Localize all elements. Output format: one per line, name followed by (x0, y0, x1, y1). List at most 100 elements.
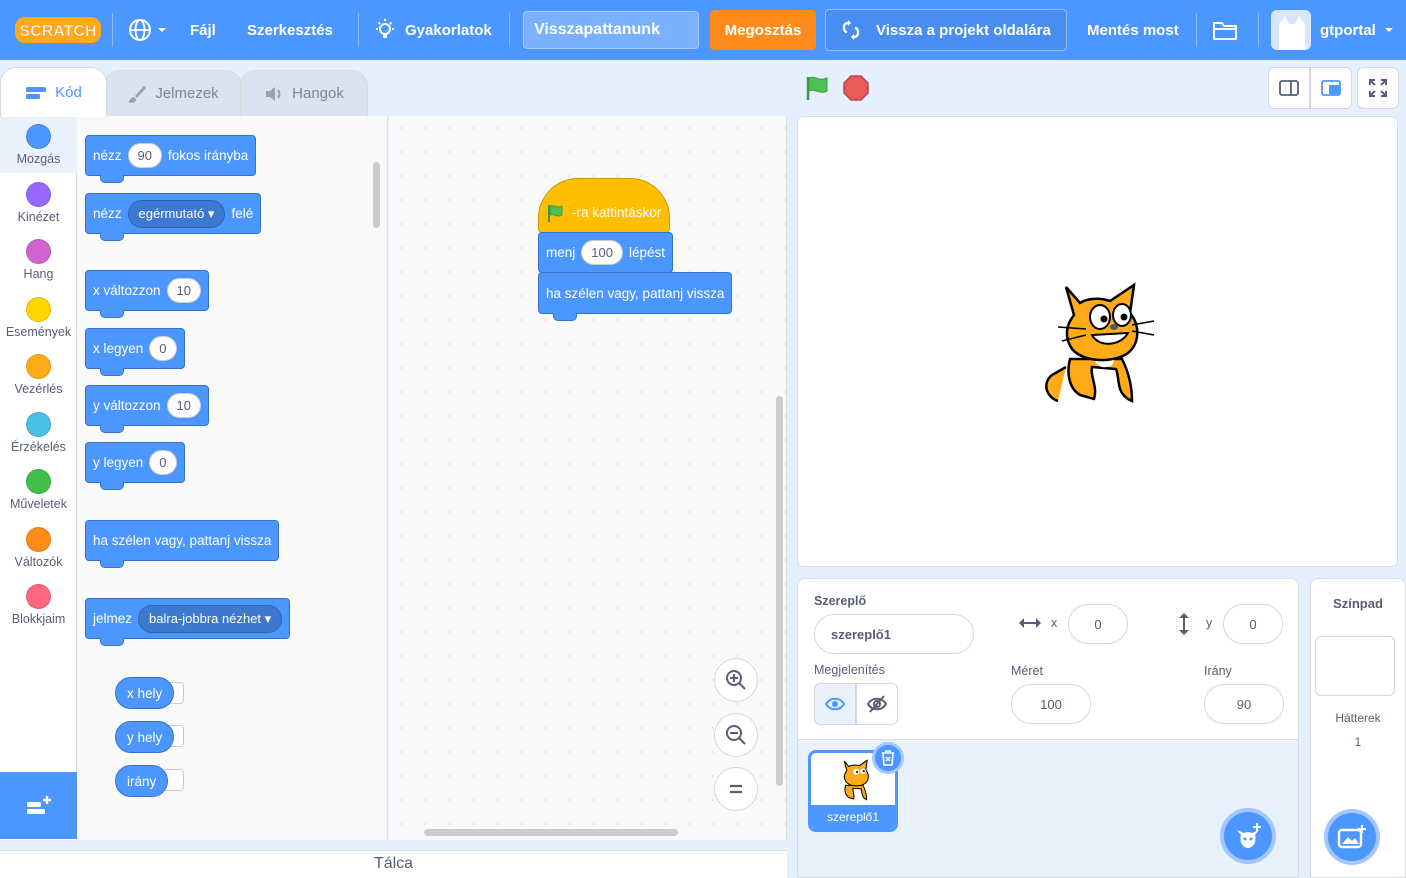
see-project-page-button[interactable]: Vissza a projekt oldalára (825, 9, 1067, 51)
show-sprite-button[interactable] (814, 683, 856, 725)
category-label: Események (5, 325, 72, 339)
tab-costumes[interactable]: Jelmezek (104, 70, 242, 116)
block-text: nézz (93, 148, 122, 163)
tab-sounds[interactable]: Hangok (240, 70, 368, 116)
separator (358, 13, 359, 47)
backpack-tray[interactable]: Tálca (0, 850, 787, 878)
block-point-towards[interactable]: nézz egérmutató ▾ felé (85, 193, 262, 241)
category-variables[interactable]: Változók (0, 519, 77, 576)
block-bounce-on-edge[interactable]: ha szélen vagy, pattanj vissza (538, 272, 733, 321)
zoom-out-button[interactable] (714, 713, 758, 757)
block-set-x[interactable]: x legyen 0 (85, 328, 185, 376)
workspace-vertical-scrollbar[interactable] (776, 396, 783, 786)
chevron-down-icon (158, 28, 166, 32)
category-operators[interactable]: Műveletek (0, 461, 77, 518)
tab-code[interactable]: Kód (0, 67, 107, 117)
palette-scrollbar[interactable] (373, 162, 380, 228)
block-input[interactable]: 10 (166, 393, 202, 418)
account-menu[interactable]: gtportal (1320, 0, 1394, 60)
block-text: fokos irányba (168, 148, 249, 163)
share-button[interactable]: Megosztás (710, 10, 816, 50)
green-flag-button[interactable] (803, 74, 831, 105)
zoom-reset-button[interactable] (714, 767, 758, 811)
y-position-input[interactable]: 0 (1223, 604, 1283, 644)
fullscreen-icon (1369, 79, 1387, 97)
block-text: nézz (93, 206, 122, 221)
category-my-blocks[interactable]: Blokkjaim (0, 576, 77, 633)
block-notch (100, 560, 124, 568)
add-backdrop-button[interactable] (1324, 809, 1380, 865)
reporter-direction[interactable]: irány (115, 765, 169, 797)
add-sprite-button[interactable] (1220, 808, 1276, 864)
language-menu[interactable] (127, 0, 167, 60)
script-workspace[interactable]: -ra kattintáskor menj 100 lépést ha szél… (389, 116, 787, 840)
block-text: lépést (628, 245, 665, 260)
category-dot (26, 584, 51, 609)
category-control[interactable]: Vezérlés (0, 346, 77, 403)
small-stage-button[interactable] (1268, 67, 1310, 109)
see-project-label: Vissza a projekt oldalára (876, 21, 1051, 39)
block-input[interactable]: 0 (149, 450, 177, 475)
block-set-rotation-style[interactable]: jelmez balra-jobbra nézhet ▾ (85, 598, 291, 646)
category-dot (26, 124, 51, 149)
large-stage-button[interactable] (1310, 67, 1352, 109)
block-dropdown[interactable]: balra-jobbra nézhet ▾ (138, 604, 283, 633)
user-avatar[interactable] (1271, 10, 1311, 50)
delete-sprite-button[interactable] (872, 742, 904, 774)
file-menu[interactable]: Fájl (190, 0, 216, 60)
category-looks[interactable]: Kinézet (0, 174, 77, 231)
green-flag-icon (806, 76, 828, 100)
category-sound[interactable]: Hang (0, 231, 77, 288)
stage-canvas[interactable] (797, 116, 1398, 567)
zoom-in-button[interactable] (714, 658, 758, 702)
block-dropdown[interactable]: egérmutató ▾ (127, 199, 226, 228)
block-notch (100, 233, 124, 241)
x-position-input[interactable]: 0 (1068, 604, 1128, 644)
block-input[interactable]: 0 (149, 336, 177, 361)
stop-button[interactable] (843, 75, 869, 104)
block-input[interactable]: 90 (127, 143, 162, 168)
menu-bar: SCRATCH Fájl Szerkesztés Gyakorlatok Meg… (0, 0, 1406, 60)
block-when-flag-clicked[interactable]: -ra kattintáskor (538, 178, 670, 233)
workspace-horizontal-scrollbar[interactable] (424, 829, 678, 836)
category-motion[interactable]: Mozgás (0, 116, 77, 173)
code-icon (26, 86, 47, 99)
tutorials-button[interactable]: Gyakorlatok (373, 0, 492, 60)
edit-menu[interactable]: Szerkesztés (247, 0, 333, 60)
category-events[interactable]: Események (0, 289, 77, 346)
category-label: Hang (23, 267, 54, 281)
sprite-name-input[interactable] (814, 614, 974, 654)
stage-target-pane[interactable]: Színpad Hátterek 1 (1310, 578, 1406, 878)
backdrops-count: 1 (1354, 735, 1362, 749)
tab-code-label: Kód (55, 84, 82, 101)
block-change-y[interactable]: y változzon 10 (85, 385, 210, 433)
stage-header (797, 60, 1406, 115)
fullscreen-button[interactable] (1357, 67, 1399, 109)
my-stuff-button[interactable] (1212, 0, 1238, 60)
category-label: Érzékelés (11, 440, 66, 454)
add-extension-button[interactable] (0, 772, 77, 839)
block-text: -ra kattintáskor (572, 205, 662, 220)
hide-sprite-button[interactable] (856, 683, 898, 725)
block-set-y[interactable]: y legyen 0 (85, 442, 185, 490)
project-title-input[interactable] (523, 11, 699, 49)
block-input[interactable]: 10 (166, 278, 202, 303)
block-notch (100, 482, 124, 490)
separator (1196, 13, 1197, 47)
backdrop-add-icon (1337, 825, 1366, 849)
category-dot (26, 527, 51, 552)
stage-thumbnail[interactable] (1315, 636, 1395, 696)
reporter-x-position[interactable]: x hely (115, 677, 175, 709)
save-now-button[interactable]: Mentés most (1087, 0, 1179, 60)
scratch-logo[interactable]: SCRATCH (14, 15, 102, 45)
block-bounce-on-edge[interactable]: ha szélen vagy, pattanj vissza (85, 520, 280, 568)
sprite-label: Szereplő (814, 594, 867, 608)
category-sensing[interactable]: Érzékelés (0, 404, 77, 461)
block-point-in-direction[interactable]: nézz 90 fokos irányba (85, 135, 257, 183)
block-input[interactable]: 100 (581, 240, 623, 265)
direction-input[interactable]: 90 (1204, 684, 1284, 724)
block-change-x[interactable]: x változzon 10 (85, 270, 210, 318)
size-input[interactable]: 100 (1011, 684, 1091, 724)
reporter-y-position[interactable]: y hely (115, 721, 175, 753)
block-move-steps[interactable]: menj 100 lépést (538, 232, 673, 273)
